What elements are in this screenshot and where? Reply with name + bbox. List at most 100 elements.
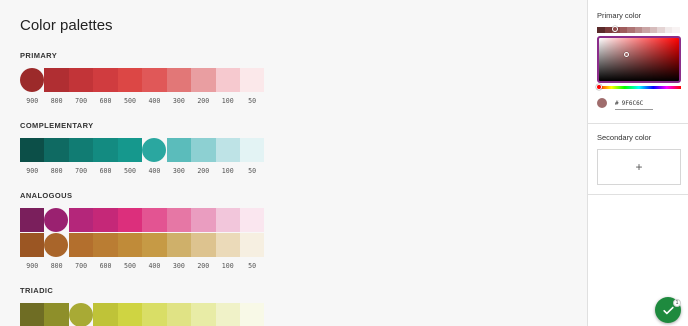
swatch[interactable]: [117, 303, 143, 326]
section-label-complementary: COMPLEMENTARY: [20, 121, 94, 130]
swatch[interactable]: [191, 233, 216, 257]
swatch[interactable]: [142, 208, 167, 232]
swatch[interactable]: [239, 303, 265, 326]
swatch[interactable]: [166, 233, 192, 257]
swatch[interactable]: [166, 208, 192, 232]
shade-strip-cell[interactable]: [672, 27, 681, 33]
palettes-area: Color palettes PRIMARY 900 800 700 600 500 40…: [0, 0, 587, 326]
swatch[interactable]: [215, 233, 240, 257]
current-color-swatch: [597, 98, 607, 108]
primary-shade-strip[interactable]: [597, 27, 681, 33]
swatch[interactable]: [44, 138, 69, 162]
swatch[interactable]: [68, 138, 94, 162]
shade-strip-cell[interactable]: [627, 27, 635, 33]
hue-slider[interactable]: [597, 86, 681, 89]
shade-label: 800: [50, 262, 63, 270]
swatch-selected[interactable]: [68, 303, 93, 326]
swatch[interactable]: [20, 233, 45, 257]
hue-slider-knob[interactable]: [596, 84, 602, 90]
swatch[interactable]: [215, 208, 240, 232]
shade-label: 200: [197, 167, 210, 175]
shade-strip-cell[interactable]: [664, 27, 673, 33]
shade-label: 800: [50, 97, 63, 105]
swatch[interactable]: [68, 68, 94, 92]
swatch[interactable]: [68, 233, 94, 257]
shade-labels-analogous: 900 800 700 600 500 400 300 200 100 50: [20, 262, 264, 270]
swatch[interactable]: [239, 233, 265, 257]
shade-label: 700: [75, 167, 88, 175]
swatch[interactable]: [215, 68, 240, 92]
saturation-picker[interactable]: [597, 36, 681, 83]
swatch[interactable]: [166, 138, 192, 162]
selected-swatch-dot[interactable]: [68, 303, 93, 326]
shade-label: 900: [26, 167, 39, 175]
swatch-selected[interactable]: [44, 208, 69, 232]
shade-label: 600: [99, 167, 112, 175]
swatch[interactable]: [191, 138, 216, 162]
swatch[interactable]: [191, 303, 216, 326]
palette-row-primary: [20, 68, 265, 92]
palette-row-triadic: [20, 303, 265, 326]
swatch[interactable]: [68, 208, 94, 232]
swatch[interactable]: [142, 303, 167, 326]
swatch[interactable]: [239, 138, 265, 162]
swatch[interactable]: [44, 68, 69, 92]
shade-label: 400: [148, 167, 161, 175]
section-label-triadic: TRIADIC: [20, 286, 54, 295]
shade-strip-cell[interactable]: [657, 27, 665, 33]
shade-labels-primary: 900 800 700 600 500 400 300 200 100 50: [20, 97, 264, 105]
add-secondary-color-button[interactable]: +: [597, 149, 681, 185]
swatch[interactable]: [191, 68, 216, 92]
swatch[interactable]: [20, 208, 45, 232]
swatch[interactable]: [142, 233, 167, 257]
swatch-selected[interactable]: [44, 233, 69, 257]
swatch[interactable]: [117, 233, 143, 257]
shade-label: 600: [99, 262, 112, 270]
swatch[interactable]: [44, 303, 69, 326]
shade-strip-cell[interactable]: [597, 27, 605, 33]
selected-swatch-dot[interactable]: [44, 233, 69, 257]
swatch[interactable]: [239, 208, 265, 232]
shade-strip-cell[interactable]: [649, 27, 658, 33]
swatch[interactable]: [191, 208, 216, 232]
swatch[interactable]: [93, 208, 118, 232]
selected-swatch-dot[interactable]: [142, 138, 167, 162]
shade-strip-knob[interactable]: [612, 26, 618, 32]
swatch[interactable]: [117, 138, 143, 162]
shade-label: 200: [197, 262, 210, 270]
swatch[interactable]: [93, 233, 118, 257]
swatch[interactable]: [20, 303, 45, 326]
swatch[interactable]: [93, 303, 118, 326]
shade-label: 900: [26, 97, 39, 105]
swatch[interactable]: [20, 138, 45, 162]
shade-label: 900: [26, 262, 39, 270]
swatch-selected[interactable]: [20, 68, 44, 92]
check-icon: [662, 306, 674, 314]
shade-label: 300: [172, 97, 185, 105]
swatch[interactable]: [142, 68, 167, 92]
swatch-selected[interactable]: [142, 138, 167, 162]
shade-label: 400: [148, 97, 161, 105]
plus-icon: +: [635, 160, 643, 174]
hex-value: 9F6C6C: [621, 100, 644, 107]
swatch[interactable]: [117, 208, 143, 232]
shade-label: 200: [197, 97, 210, 105]
selected-swatch-dot[interactable]: [44, 208, 69, 232]
hex-input[interactable]: #9F6C6C: [615, 97, 653, 110]
picker-knob[interactable]: [624, 52, 629, 57]
shade-strip-cell[interactable]: [634, 27, 643, 33]
shade-strip-cell[interactable]: [619, 27, 628, 33]
swatch[interactable]: [117, 68, 143, 92]
shade-label: 400: [148, 262, 161, 270]
swatch[interactable]: [93, 68, 118, 92]
swatch[interactable]: [239, 68, 265, 92]
swatch[interactable]: [166, 303, 192, 326]
shade-strip-cell[interactable]: [604, 27, 613, 33]
swatch[interactable]: [215, 303, 240, 326]
swatch[interactable]: [93, 138, 118, 162]
swatch[interactable]: [215, 138, 240, 162]
selected-swatch-dot[interactable]: [20, 68, 44, 92]
swatch[interactable]: [166, 68, 192, 92]
page-title: Color palettes: [20, 17, 113, 34]
shade-strip-cell[interactable]: [642, 27, 650, 33]
